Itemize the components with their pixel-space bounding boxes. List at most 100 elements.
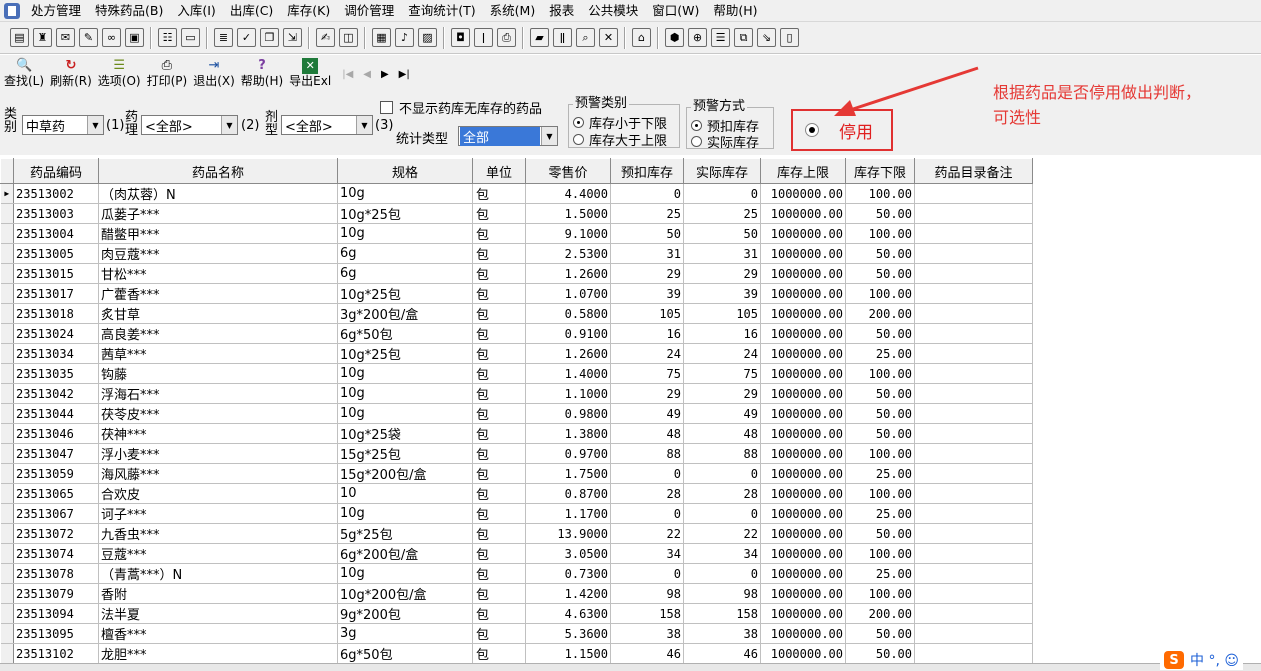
shield-icon[interactable]: ⬢ — [665, 28, 684, 47]
cell-unit[interactable]: 包 — [472, 623, 526, 644]
zoom-icon[interactable]: ⊕ — [688, 28, 707, 47]
horizontal-scrollbar[interactable] — [0, 663, 1261, 671]
cell-retail-price[interactable]: 0.9800 — [525, 403, 611, 424]
cell-unit[interactable]: 包 — [472, 643, 526, 663]
cell-retail-price[interactable]: 0.9100 — [525, 323, 611, 344]
cell-spec[interactable]: 15g*25包 — [337, 443, 473, 464]
print-button[interactable]: ⎙ 打印(P) — [147, 55, 188, 89]
cell-spec[interactable]: 6g*50包 — [337, 323, 473, 344]
cell-unit[interactable]: 包 — [472, 203, 526, 224]
cell-code[interactable]: 23513003 — [13, 203, 99, 224]
image-icon[interactable]: ▨ — [418, 28, 437, 47]
cell-reserved-stock[interactable]: 0 — [610, 563, 684, 584]
cell-spec[interactable]: 10g — [337, 363, 473, 384]
table-row[interactable]: 23513046 茯神*** 10g*25袋包 1.3800 48 48 1000000.0… — [0, 423, 1033, 444]
cell-catalog-note[interactable] — [914, 583, 1033, 604]
cell-unit[interactable]: 包 — [472, 483, 526, 504]
cell-spec[interactable]: 10g — [337, 503, 473, 524]
cell-actual-stock[interactable]: 25 — [683, 203, 761, 224]
cell-retail-price[interactable]: 1.2600 — [525, 343, 611, 364]
row-indicator[interactable] — [0, 283, 14, 304]
binoculars-icon[interactable]: ∞ — [102, 28, 121, 47]
cell-stock-upper[interactable]: 1000000.00 — [760, 343, 846, 364]
cell-actual-stock[interactable]: 75 — [683, 363, 761, 384]
cell-name[interactable]: 合欢皮 — [98, 483, 338, 504]
cell-name[interactable]: （肉苁蓉）N — [98, 183, 338, 204]
cell-retail-price[interactable]: 1.1700 — [525, 503, 611, 524]
cell-code[interactable]: 23513095 — [13, 623, 99, 644]
cell-name[interactable]: 法半夏 — [98, 603, 338, 624]
cell-actual-stock[interactable]: 28 — [683, 483, 761, 504]
layers-icon[interactable]: ⧉ — [734, 28, 753, 47]
cell-spec[interactable]: 10 — [337, 483, 473, 504]
col-header-catalog-note[interactable]: 药品目录备注 — [914, 158, 1033, 184]
export-excel-button[interactable]: ✕ 导出Exl — [289, 55, 331, 89]
flashlight-icon[interactable]: ǀ — [474, 28, 493, 47]
table-row[interactable]: 23513015 甘松*** 6g 包 1.2600 29 29 1000000.00 50.0… — [0, 263, 1033, 284]
cell-name[interactable]: 高良姜*** — [98, 323, 338, 344]
menu-common-modules[interactable]: 公共模块 — [581, 1, 645, 21]
table-row[interactable]: 23513005 肉豆蔻*** 6g 包 2.5300 31 31 1000000.00 50.… — [0, 243, 1033, 264]
cell-stock-lower[interactable]: 50.00 — [845, 423, 915, 444]
cell-unit[interactable]: 包 — [472, 383, 526, 404]
cell-unit[interactable]: 包 — [472, 183, 526, 204]
form-icon[interactable]: ☷ — [158, 28, 177, 47]
cell-spec[interactable]: 6g — [337, 263, 473, 284]
col-header-stock-upper[interactable]: 库存上限 — [760, 158, 846, 184]
cell-spec[interactable]: 3g*200包/盒 — [337, 303, 473, 324]
report-icon[interactable]: ▤ — [10, 28, 29, 47]
cell-actual-stock[interactable]: 158 — [683, 603, 761, 624]
cell-actual-stock[interactable]: 0 — [683, 563, 761, 584]
clipboard-icon[interactable]: ▯ — [780, 28, 799, 47]
cell-actual-stock[interactable]: 31 — [683, 243, 761, 264]
table-row[interactable]: 23513094 法半夏 9g*200包包 4.6300 158 158 1000000.0… — [0, 603, 1033, 624]
cell-spec[interactable]: 10g*25包 — [337, 343, 473, 364]
cell-unit[interactable]: 包 — [472, 323, 526, 344]
cell-stock-lower[interactable]: 100.00 — [845, 283, 915, 304]
cell-retail-price[interactable]: 2.5300 — [525, 243, 611, 264]
cell-catalog-note[interactable] — [914, 223, 1033, 244]
table-row[interactable]: 23513003 瓜蒌子*** 10g*25包包 1.5000 25 25 1000000.… — [0, 203, 1033, 224]
cell-code[interactable]: 23513002 — [13, 183, 99, 204]
cell-catalog-note[interactable] — [914, 463, 1033, 484]
col-header-unit[interactable]: 单位 — [472, 158, 526, 184]
mail-icon[interactable]: ✉ — [56, 28, 75, 47]
cell-actual-stock[interactable]: 29 — [683, 383, 761, 404]
row-indicator[interactable] — [0, 583, 14, 604]
cell-stock-upper[interactable]: 1000000.00 — [760, 363, 846, 384]
menu-price-adjust[interactable]: 调价管理 — [337, 1, 401, 21]
cell-stock-lower[interactable]: 100.00 — [845, 183, 915, 204]
cell-retail-price[interactable]: 1.2600 — [525, 263, 611, 284]
cell-reserved-stock[interactable]: 39 — [610, 283, 684, 304]
cell-reserved-stock[interactable]: 0 — [610, 503, 684, 524]
cell-retail-price[interactable]: 1.0700 — [525, 283, 611, 304]
cell-reserved-stock[interactable]: 34 — [610, 543, 684, 564]
cell-stock-upper[interactable]: 1000000.00 — [760, 323, 846, 344]
row-indicator[interactable] — [0, 243, 14, 264]
cell-stock-upper[interactable]: 1000000.00 — [760, 303, 846, 324]
card-icon[interactable]: ▭ — [181, 28, 200, 47]
cell-spec[interactable]: 10g — [337, 183, 473, 204]
cell-stock-upper[interactable]: 1000000.00 — [760, 583, 846, 604]
cell-catalog-note[interactable] — [914, 563, 1033, 584]
cell-catalog-note[interactable] — [914, 403, 1033, 424]
grid-icon[interactable]: ▦ — [372, 28, 391, 47]
cell-reserved-stock[interactable]: 50 — [610, 223, 684, 244]
cell-stock-upper[interactable]: 1000000.00 — [760, 503, 846, 524]
edit-icon[interactable]: ✍ — [316, 28, 335, 47]
cell-stock-lower[interactable]: 200.00 — [845, 303, 915, 324]
export-icon[interactable]: ⇲ — [283, 28, 302, 47]
cell-actual-stock[interactable]: 98 — [683, 583, 761, 604]
cell-stock-upper[interactable]: 1000000.00 — [760, 563, 846, 584]
cell-stock-upper[interactable]: 1000000.00 — [760, 623, 846, 644]
cell-code[interactable]: 23513079 — [13, 583, 99, 604]
cell-actual-stock[interactable]: 50 — [683, 223, 761, 244]
radio-actual-stock[interactable]: 实际库存 — [691, 132, 759, 151]
cell-code[interactable]: 23513072 — [13, 523, 99, 544]
cell-reserved-stock[interactable]: 29 — [610, 263, 684, 284]
doc-edit-icon[interactable]: ✎ — [79, 28, 98, 47]
cell-unit[interactable]: 包 — [472, 523, 526, 544]
row-indicator[interactable] — [0, 523, 14, 544]
chevron-down-icon[interactable]: ▼ — [541, 127, 557, 145]
col-header-spec[interactable]: 规格 — [337, 158, 473, 184]
